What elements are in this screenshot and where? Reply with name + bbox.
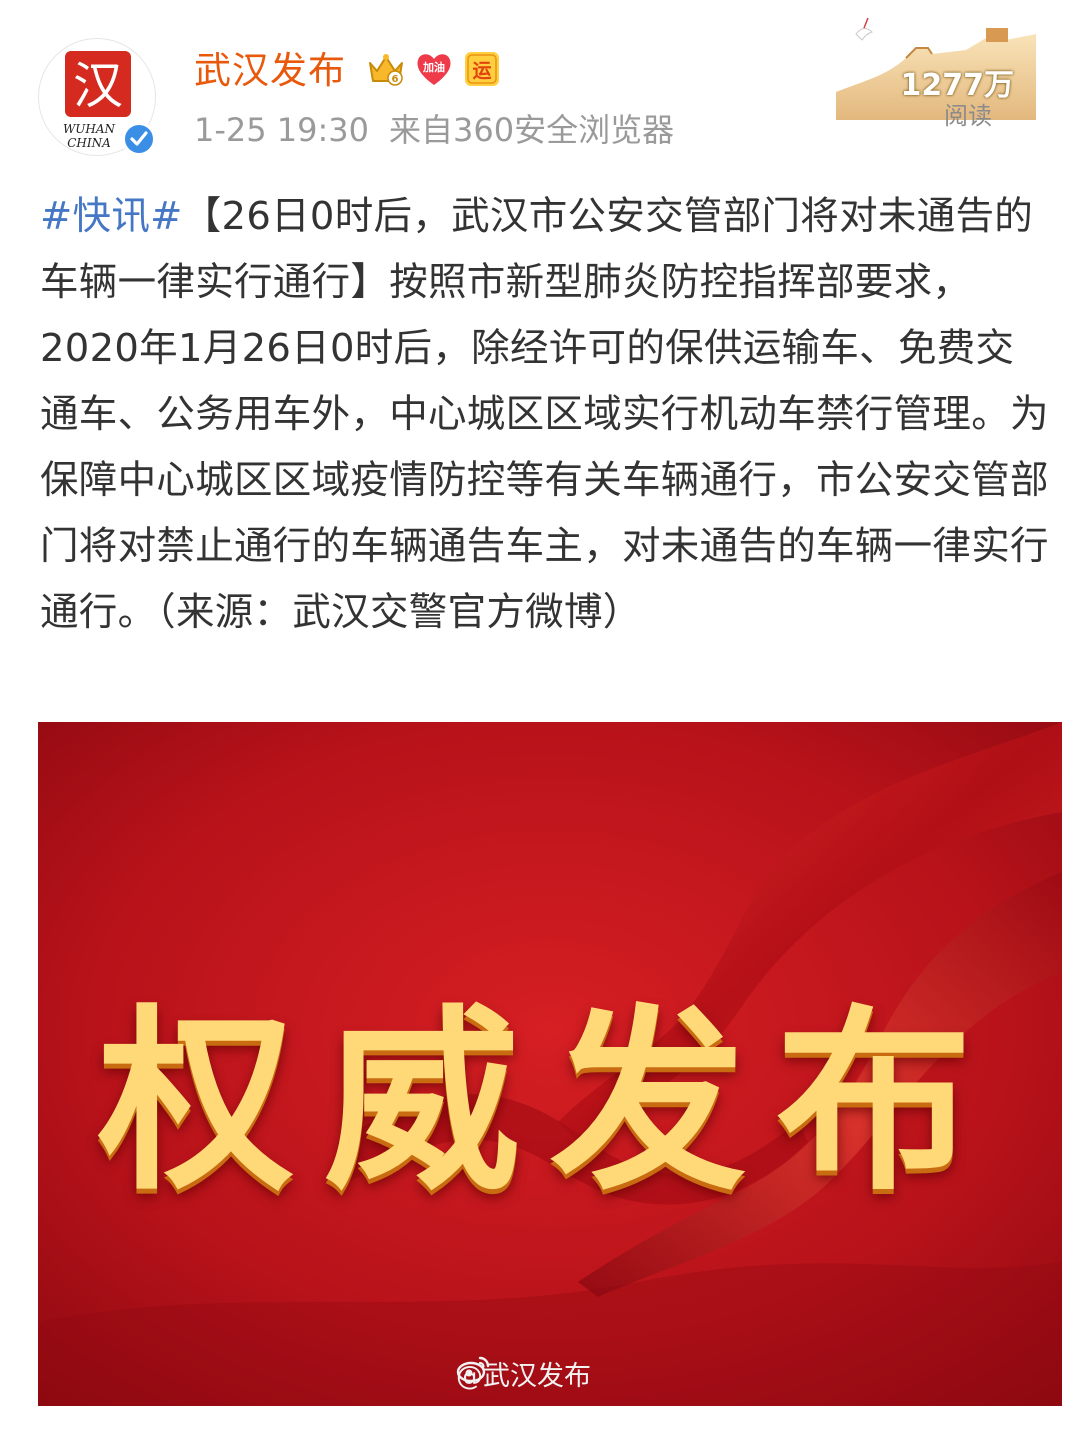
svg-text:汉: 汉 xyxy=(73,57,123,115)
svg-text:CHINA: CHINA xyxy=(67,136,111,150)
svg-text:6: 6 xyxy=(392,74,399,85)
svg-text:运: 运 xyxy=(472,60,491,82)
post-image[interactable]: 权威发布 @武汉发布 xyxy=(38,722,1062,1406)
username[interactable]: 武汉发布 xyxy=(194,46,346,96)
post-source: 来自360安全浏览器 xyxy=(389,111,675,149)
jiayou-heart-icon[interactable]: 加油 xyxy=(414,49,454,89)
vip-crown-icon[interactable]: 6 xyxy=(366,49,406,89)
avatar-container[interactable]: 汉 WUHAN CHINA xyxy=(38,38,156,156)
weibo-logo-icon xyxy=(456,1356,490,1383)
read-label: 阅读 xyxy=(944,102,992,130)
hashtag-link[interactable]: #快讯# xyxy=(40,194,183,239)
post-body: 【26日0时后，武汉市公安交管部门将对未通告的车辆一律实行通行】按照市新型肺炎防… xyxy=(40,194,1049,635)
verified-icon xyxy=(122,122,156,156)
post-text: #快讯#【26日0时后，武汉市公安交管部门将对未通告的车辆一律实行通行】按照市新… xyxy=(40,184,1052,646)
post-meta: 1-25 19:30 来自360安全浏览器 xyxy=(194,108,674,152)
svg-text:加油: 加油 xyxy=(422,60,445,74)
image-title: 权威发布 xyxy=(97,989,1002,1217)
svg-text:WUHAN: WUHAN xyxy=(63,122,116,136)
read-count-widget: 1277万 阅读 xyxy=(836,10,1036,130)
user-badges: 6 加油 运 xyxy=(366,49,502,89)
image-watermark: @武汉发布 xyxy=(456,1354,591,1393)
yun-badge-icon[interactable]: 运 xyxy=(462,49,502,89)
post-time: 1-25 19:30 xyxy=(194,111,370,149)
